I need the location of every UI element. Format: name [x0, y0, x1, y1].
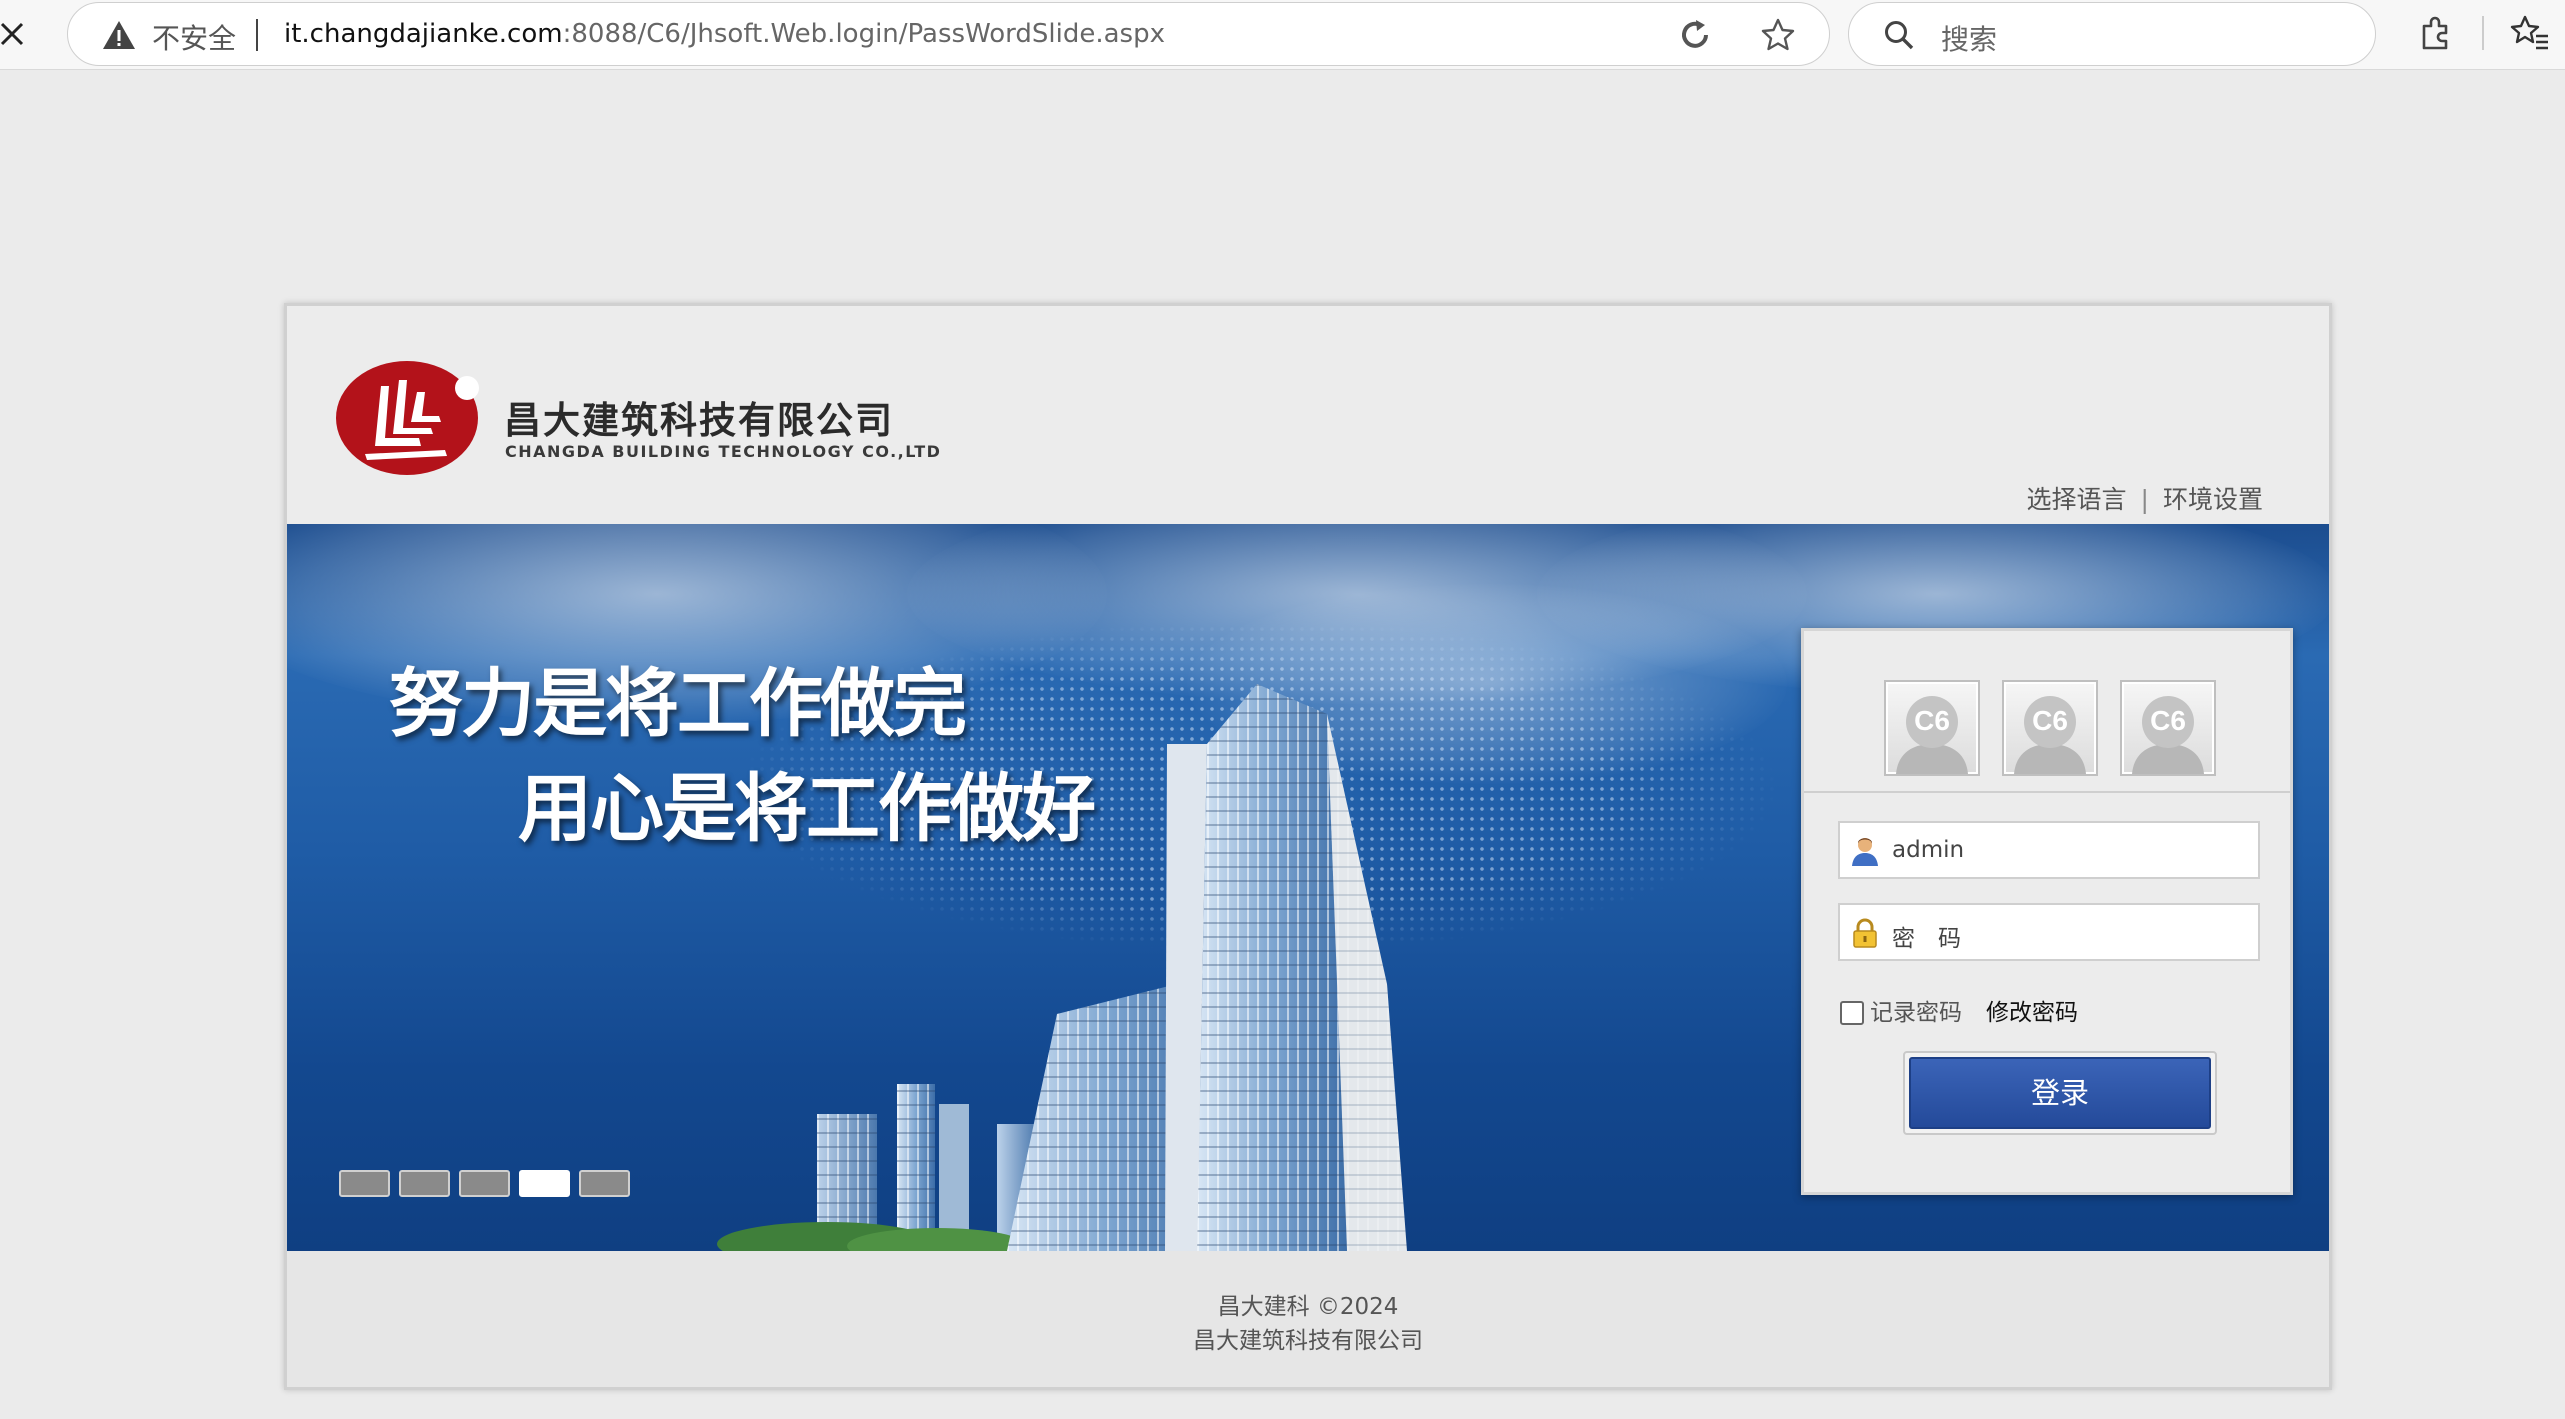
c6-avatar-icon: C6: [2014, 696, 2086, 774]
svg-text:C6: C6: [2150, 705, 2186, 736]
select-language-link[interactable]: 选择语言: [2027, 485, 2127, 514]
copyright-text: 昌大建科 ©2024: [1217, 1294, 1399, 1320]
company-name-cn: 昌大建筑科技有限公司: [504, 399, 894, 442]
user-icon: [1852, 838, 1878, 866]
url-path: :8088/C6/Jhsoft.Web.login/PassWordSlide.…: [562, 19, 1165, 49]
company-name-en: CHANGDA BUILDING TECHNOLOGY CO.,LTD: [505, 442, 942, 461]
c6-avatar-icon: C6: [1896, 696, 1968, 774]
search-box[interactable]: 搜索: [1848, 2, 2376, 66]
password-field[interactable]: 密 码: [1838, 903, 2260, 961]
security-status[interactable]: 不安全: [152, 17, 236, 57]
hero-banner: 努力是将工作做完 用心是将工作做好 C6 C6 C6 admin 密 码 记录密…: [287, 524, 2329, 1251]
login-form: C6 C6 C6 admin 密 码 记录密码 修改密码 登录: [1801, 628, 2293, 1195]
favorite-star-icon[interactable]: [1760, 17, 1796, 53]
username-value: admin: [1892, 837, 1965, 863]
url-text[interactable]: it.changdajianke.com:8088/C6/Jhsoft.Web.…: [284, 19, 1165, 49]
remember-password-label[interactable]: 记录密码: [1870, 1000, 1962, 1026]
refresh-icon[interactable]: [1678, 18, 1712, 52]
panel-header: 昌大建筑科技有限公司 CHANGDA BUILDING TECHNOLOGY C…: [287, 306, 2329, 524]
lock-icon: [1853, 918, 1877, 948]
login-button[interactable]: 登录: [1909, 1057, 2211, 1129]
slide-dot-2[interactable]: [399, 1170, 450, 1197]
password-placeholder: 密 码: [1892, 926, 1961, 952]
slide-dot-5[interactable]: [579, 1170, 630, 1197]
remember-row: 记录密码 修改密码: [1840, 993, 2078, 1027]
link-separator: |: [2140, 485, 2149, 514]
change-password-link[interactable]: 修改密码: [1986, 1000, 2078, 1026]
login-divider: [1804, 791, 2290, 793]
address-bar[interactable]: 不安全 it.changdajianke.com:8088/C6/Jhsoft.…: [67, 2, 1830, 66]
company-logo: [336, 361, 479, 475]
warning-icon[interactable]: [102, 20, 136, 50]
extensions-icon[interactable]: [2416, 14, 2454, 52]
login-panel: 昌大建筑科技有限公司 CHANGDA BUILDING TECHNOLOGY C…: [284, 303, 2332, 1390]
remember-password-checkbox[interactable]: [1840, 1001, 1864, 1025]
header-links: 选择语言 | 环境设置: [2027, 480, 2263, 516]
toolbar-divider: [2482, 16, 2484, 50]
slide-dot-3[interactable]: [459, 1170, 510, 1197]
footer-company-name: 昌大建筑科技有限公司: [1193, 1328, 1423, 1354]
favorites-icon[interactable]: [2510, 14, 2550, 52]
url-host: it.changdajianke.com: [284, 19, 563, 49]
svg-text:C6: C6: [1914, 705, 1950, 736]
search-placeholder[interactable]: 搜索: [1941, 18, 1997, 58]
username-field[interactable]: admin: [1838, 821, 2260, 879]
c6-avatar-icon: C6: [2132, 696, 2204, 774]
user-avatars: C6 C6 C6: [1884, 680, 2216, 776]
slide-dot-4[interactable]: [519, 1170, 570, 1197]
city-buildings-image: [717, 684, 1407, 1251]
slide-dot-1[interactable]: [339, 1170, 390, 1197]
avatar-c6-2[interactable]: C6: [2002, 680, 2098, 776]
environment-settings-link[interactable]: 环境设置: [2163, 485, 2263, 514]
login-button-frame: 登录: [1903, 1051, 2217, 1135]
avatar-c6-1[interactable]: C6: [1884, 680, 1980, 776]
footer: 昌大建科 ©2024 昌大建筑科技有限公司: [287, 1251, 2329, 1387]
close-icon[interactable]: [0, 14, 28, 54]
address-divider: [256, 19, 258, 51]
avatar-c6-3[interactable]: C6: [2120, 680, 2216, 776]
svg-text:C6: C6: [2032, 705, 2068, 736]
search-icon[interactable]: [1883, 19, 1915, 51]
browser-toolbar: 不安全 it.changdajianke.com:8088/C6/Jhsoft.…: [0, 0, 2565, 70]
slide-indicators: [339, 1170, 630, 1197]
